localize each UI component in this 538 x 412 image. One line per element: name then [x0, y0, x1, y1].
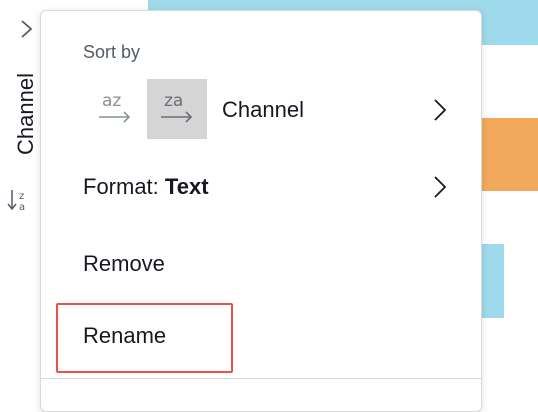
remove-menu-item[interactable]: Remove: [41, 239, 481, 289]
menu-divider: [41, 378, 481, 379]
format-menu-item[interactable]: Format: Text: [41, 162, 481, 212]
sort-az-icon[interactable]: az: [85, 79, 145, 139]
format-prefix: Format:: [83, 174, 159, 199]
rename-highlight-box: [56, 303, 233, 373]
svg-text:az: az: [102, 91, 121, 111]
sort-by-header: Sort by: [83, 42, 141, 62]
sort-field-label[interactable]: Channel: [222, 97, 304, 123]
sort-za-icon[interactable]: z a: [6, 186, 36, 216]
chevron-right-icon[interactable]: [427, 97, 453, 123]
axis-field-label[interactable]: Channel: [13, 73, 39, 155]
field-context-menu: Sort by az za Channel Format: Text Remov…: [40, 10, 482, 412]
format-label: Format: Text: [83, 174, 209, 200]
svg-text:a: a: [19, 202, 25, 213]
y-axis-strip: Channel z a: [0, 0, 42, 385]
sort-row: az za Channel: [41, 79, 481, 141]
svg-text:za: za: [164, 91, 183, 111]
format-value: Text: [164, 174, 209, 199]
chevron-right-icon[interactable]: [16, 18, 38, 40]
chevron-right-icon: [434, 176, 447, 198]
sort-za-icon[interactable]: za: [147, 79, 207, 139]
svg-text:z: z: [19, 191, 24, 202]
remove-label: Remove: [83, 251, 165, 276]
